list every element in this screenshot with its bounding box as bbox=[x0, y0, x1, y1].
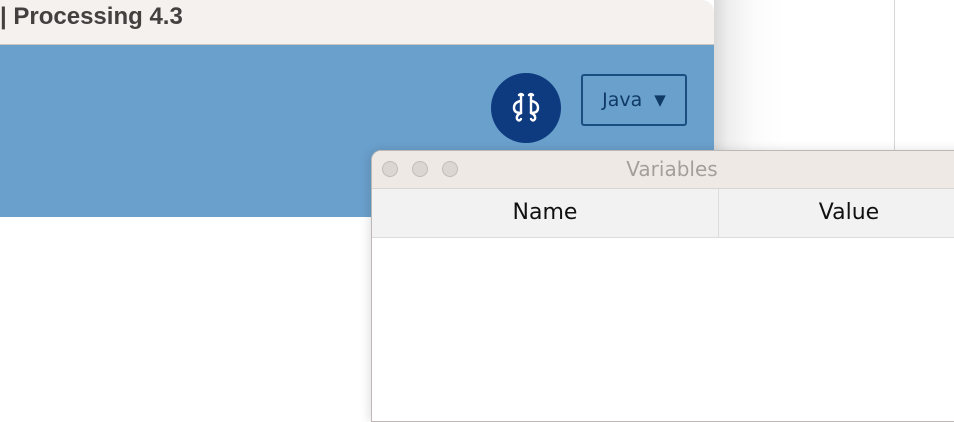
variables-table-header: Name Value bbox=[372, 189, 954, 238]
variables-titlebar[interactable]: Variables bbox=[372, 151, 954, 189]
window-title: | Processing 4.3 bbox=[0, 3, 183, 30]
column-header-name[interactable]: Name bbox=[372, 189, 719, 237]
mode-selector-button[interactable]: Java ▼ bbox=[581, 74, 687, 126]
processing-titlebar[interactable]: | Processing 4.3 bbox=[0, 0, 714, 45]
variables-table-body[interactable] bbox=[372, 238, 954, 421]
variables-title: Variables bbox=[372, 157, 954, 181]
dropdown-arrow-icon: ▼ bbox=[654, 91, 666, 109]
variables-window: Variables Name Value bbox=[371, 150, 954, 422]
variables-title-text: Variables bbox=[626, 157, 718, 181]
mode-label: Java bbox=[602, 89, 643, 111]
debug-button[interactable] bbox=[491, 73, 561, 143]
column-header-value[interactable]: Value bbox=[719, 189, 954, 237]
butterfly-debug-icon bbox=[512, 92, 540, 122]
